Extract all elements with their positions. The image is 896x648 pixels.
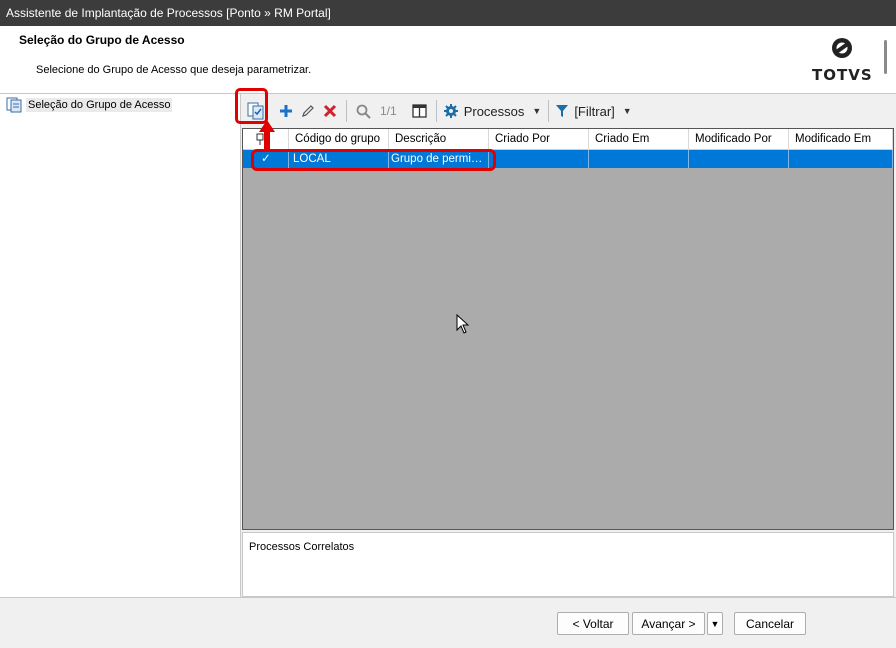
column-header-modificado-em[interactable]: Modificado Em bbox=[789, 129, 893, 150]
grid-header: Código do grupo Descrição Criado Por Cri… bbox=[243, 129, 893, 150]
search-icon bbox=[356, 104, 371, 119]
wizard-footer: < Voltar Avançar > ▼ Cancelar bbox=[0, 597, 896, 648]
processos-menu-button[interactable]: Processos ▼ bbox=[443, 99, 542, 123]
totvs-logo: TOTVS bbox=[812, 36, 872, 86]
window-titlebar: Assistente de Implantação de Processos [… bbox=[0, 0, 896, 26]
column-header-descricao[interactable]: Descrição bbox=[389, 129, 489, 150]
header-scrollbar[interactable] bbox=[884, 40, 887, 74]
wizard-header: Seleção do Grupo de Acesso Selecione do … bbox=[0, 26, 896, 94]
chevron-down-icon: ▼ bbox=[532, 106, 542, 116]
pager-text: 1/1 bbox=[380, 104, 397, 118]
toolbar-separator bbox=[435, 100, 437, 122]
cell-modificado-em[interactable] bbox=[789, 150, 893, 168]
add-button[interactable] bbox=[277, 99, 295, 123]
step-icon bbox=[6, 97, 22, 113]
logo-text: TOTVS bbox=[812, 66, 873, 84]
access-group-grid[interactable]: Código do grupo Descrição Criado Por Cri… bbox=[242, 128, 894, 530]
cell-modificado-por[interactable] bbox=[689, 150, 789, 168]
chevron-down-icon: ▼ bbox=[710, 618, 720, 629]
cell-criado-em[interactable] bbox=[589, 150, 689, 168]
processos-label: Processos bbox=[463, 103, 525, 119]
delete-x-icon bbox=[323, 104, 337, 118]
steps-tree-panel: Seleção do Grupo de Acesso bbox=[0, 94, 241, 597]
grid-toolbar: 1/1 Processos ▼ [Filtrar] ▼ bbox=[241, 94, 896, 128]
column-header-criado-por[interactable]: Criado Por bbox=[489, 129, 589, 150]
annotation-highlight-row bbox=[251, 149, 496, 171]
annotation-arrow-icon bbox=[259, 120, 275, 152]
tree-item-label: Seleção do Grupo de Acesso bbox=[26, 98, 173, 112]
mouse-cursor-icon bbox=[456, 314, 470, 334]
toolbar-separator bbox=[346, 100, 347, 122]
edit-button[interactable] bbox=[299, 99, 317, 123]
tree-item-selecao-grupo[interactable]: Seleção do Grupo de Acesso bbox=[6, 96, 173, 114]
filter-icon bbox=[556, 105, 569, 117]
next-dropdown-button[interactable]: ▼ bbox=[707, 612, 723, 635]
filter-menu-button[interactable]: [Filtrar] ▼ bbox=[556, 99, 632, 123]
cancel-button[interactable]: Cancelar bbox=[734, 612, 806, 635]
totvs-logo-icon bbox=[832, 38, 852, 58]
columns-button[interactable] bbox=[411, 99, 429, 123]
pencil-icon bbox=[302, 105, 314, 117]
page-subtitle: Selecione do Grupo de Acesso que deseja … bbox=[36, 64, 312, 76]
window-title: Assistente de Implantação de Processos [… bbox=[6, 6, 331, 20]
page-title: Seleção do Grupo de Acesso bbox=[19, 33, 185, 47]
related-processes-panel: Processos Correlatos bbox=[242, 532, 894, 597]
chevron-down-icon: ▼ bbox=[622, 106, 632, 116]
related-processes-title: Processos Correlatos bbox=[249, 541, 355, 553]
back-button[interactable]: < Voltar bbox=[557, 612, 629, 635]
column-header-modificado-por[interactable]: Modificado Por bbox=[689, 129, 789, 150]
search-button[interactable] bbox=[354, 99, 372, 123]
delete-button[interactable] bbox=[321, 99, 339, 123]
toolbar-separator bbox=[548, 100, 550, 122]
next-button[interactable]: Avançar > bbox=[632, 612, 705, 635]
filter-label: [Filtrar] bbox=[574, 103, 615, 119]
cell-criado-por[interactable] bbox=[489, 150, 589, 168]
gear-icon bbox=[443, 104, 458, 118]
columns-icon bbox=[412, 104, 427, 118]
plus-icon bbox=[280, 105, 292, 117]
column-header-codigo[interactable]: Código do grupo bbox=[289, 129, 389, 150]
column-header-criado-em[interactable]: Criado Em bbox=[589, 129, 689, 150]
